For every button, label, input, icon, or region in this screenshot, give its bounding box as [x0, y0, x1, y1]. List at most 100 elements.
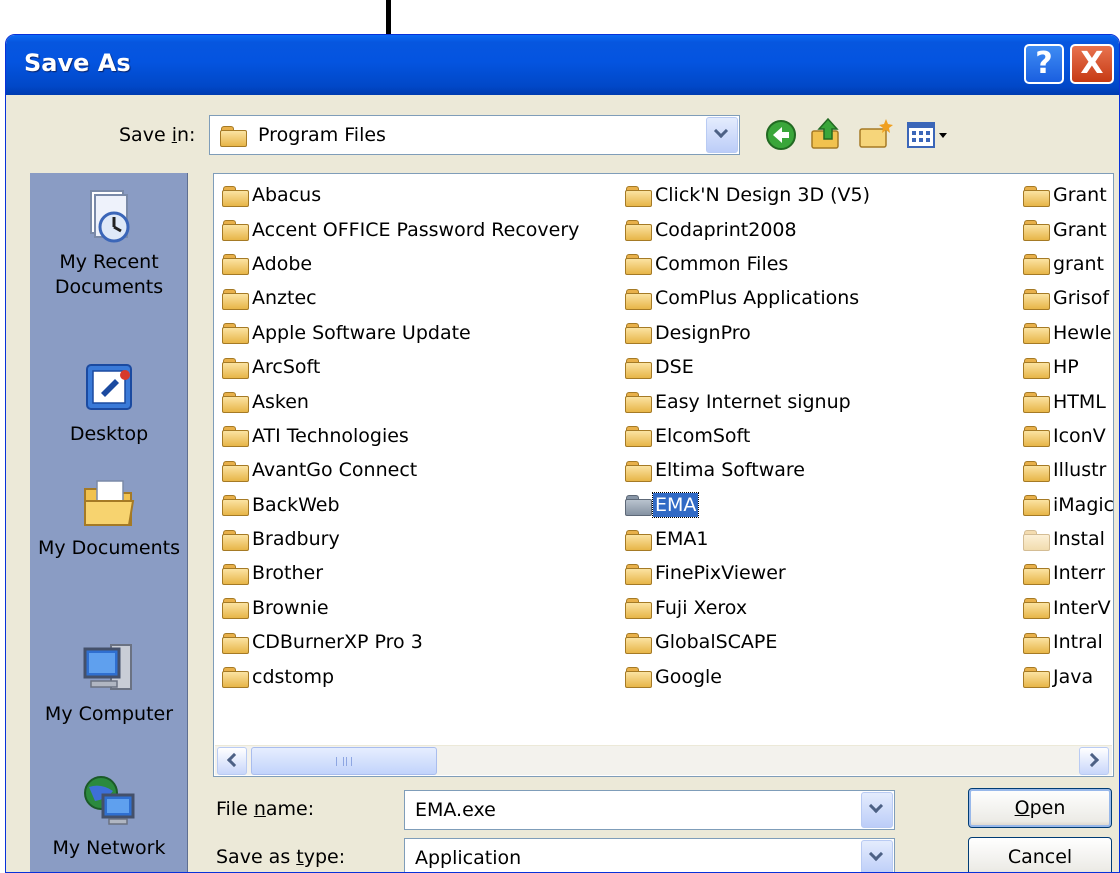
list-item[interactable]: Illustr [1015, 453, 1113, 487]
save-as-type-dropdown[interactable]: Application [404, 838, 895, 872]
list-item[interactable]: IconV [1015, 419, 1113, 453]
list-item[interactable]: grant [1015, 247, 1113, 281]
window-title: Save As [24, 49, 131, 77]
list-item[interactable]: Common Files [617, 247, 872, 281]
views-menu-icon[interactable] [906, 119, 950, 151]
folder-icon [1023, 598, 1050, 620]
list-item[interactable]: Click'N Design 3D (V5) [617, 178, 872, 212]
list-item[interactable]: Grant [1015, 212, 1113, 246]
scroll-grip-icon [336, 757, 352, 766]
folder-icon [1023, 288, 1050, 310]
list-item-label: BackWeb [252, 493, 340, 516]
close-button[interactable]: X [1070, 44, 1114, 84]
folder-icon [222, 598, 249, 620]
list-item[interactable]: Codaprint2008 [617, 212, 872, 246]
place-desktop[interactable]: Desktop [30, 359, 188, 447]
list-item-label: Abacus [252, 184, 322, 207]
list-item[interactable]: HP [1015, 350, 1113, 384]
list-item-label: ElcomSoft [655, 424, 751, 447]
new-folder-icon[interactable] [858, 117, 894, 151]
folder-icon [625, 185, 652, 207]
list-item[interactable]: Abacus [214, 178, 581, 212]
list-item[interactable]: Eltima Software [617, 453, 872, 487]
back-icon[interactable] [765, 119, 797, 151]
list-item-label: iMagic [1053, 493, 1114, 516]
list-item[interactable]: Intral [1015, 625, 1113, 659]
list-item-label: Easy Internet signup [655, 390, 851, 413]
place-my-computer[interactable]: My Computer [30, 639, 188, 727]
list-item[interactable]: AvantGo Connect [214, 453, 581, 487]
list-item[interactable]: FinePixViewer [617, 556, 872, 590]
list-item[interactable]: CDBurnerXP Pro 3 [214, 625, 581, 659]
list-item[interactable]: Fuji Xerox [617, 591, 872, 625]
list-item[interactable]: BackWeb [214, 488, 581, 522]
file-column-3: Grant Grant grant Grisof Hewle HP HTML IconV Ill… [1015, 178, 1114, 694]
file-name-input[interactable]: EMA.exe [404, 790, 895, 830]
list-item[interactable]: Anztec [214, 281, 581, 315]
list-item[interactable]: InterV [1015, 591, 1113, 625]
list-item[interactable]: Apple Software Update [214, 316, 581, 350]
list-item[interactable]: ComPlus Applications [617, 281, 872, 315]
list-item[interactable]: DesignPro [617, 316, 872, 350]
chevron-down-icon[interactable] [861, 840, 893, 872]
list-item[interactable]: Brother [214, 556, 581, 590]
list-item[interactable]: Asken [214, 384, 581, 418]
list-item[interactable]: cdstomp [214, 659, 581, 693]
folder-icon [1023, 460, 1050, 482]
file-list[interactable]: Abacus Accent OFFICE Password Recovery Ado… [213, 173, 1114, 777]
open-button[interactable]: Open [968, 788, 1112, 828]
list-item[interactable]: Grisof [1015, 281, 1113, 315]
list-item[interactable]: ArcSoft [214, 350, 581, 384]
list-item[interactable]: Interr [1015, 556, 1113, 590]
list-item[interactable]: Google [617, 659, 872, 693]
chevron-down-icon[interactable] [861, 792, 893, 828]
folder-icon [222, 495, 249, 517]
list-item[interactable]: Grant [1015, 178, 1113, 212]
list-item[interactable]: Accent OFFICE Password Recovery [214, 212, 581, 246]
list-item-label: EMA1 [655, 528, 709, 551]
chevron-down-icon[interactable] [706, 117, 738, 153]
list-item[interactable]: Bradbury [214, 522, 581, 556]
folder-icon [625, 357, 652, 379]
place-my-documents[interactable]: My Documents [30, 473, 188, 561]
list-item[interactable]: GlobalSCAPE [617, 625, 872, 659]
list-item[interactable]: iMagic [1015, 488, 1114, 522]
list-item[interactable]: EMA1 [617, 522, 872, 556]
folder-icon [625, 392, 652, 414]
list-item[interactable]: Java [1015, 659, 1113, 693]
list-item-label: Bradbury [252, 528, 340, 551]
folder-icon [1023, 392, 1050, 414]
folder-icon [625, 323, 652, 345]
list-item[interactable]: Hewle [1015, 316, 1113, 350]
list-item-label: Adobe [252, 252, 313, 275]
list-item[interactable]: Instal [1015, 522, 1113, 556]
list-item[interactable]: Adobe [214, 247, 581, 281]
help-button[interactable]: ? [1024, 44, 1064, 84]
scroll-right-icon[interactable] [1079, 747, 1109, 775]
horizontal-scrollbar[interactable] [215, 745, 1112, 775]
list-item[interactable]: DSE [617, 350, 872, 384]
scrollbar-thumb[interactable] [251, 747, 437, 775]
save-in-dropdown[interactable]: Program Files [209, 115, 740, 155]
list-item-label: ArcSoft [252, 356, 321, 379]
place-my-network[interactable]: My Network [30, 773, 188, 861]
cancel-button[interactable]: Cancel [968, 837, 1112, 872]
list-item-label: CDBurnerXP Pro 3 [252, 631, 423, 654]
list-item[interactable]: EMA [617, 488, 872, 522]
scroll-left-icon[interactable] [217, 747, 247, 775]
list-item[interactable]: ATI Technologies [214, 419, 581, 453]
place-my-recent-documents[interactable]: My Recent Documents [30, 187, 188, 300]
up-folder-icon[interactable] [809, 117, 843, 151]
list-item[interactable]: Easy Internet signup [617, 384, 872, 418]
list-item-label: Intral [1053, 631, 1103, 654]
list-item-label: Grant [1053, 218, 1107, 241]
folder-icon [222, 323, 249, 345]
file-column-1: Abacus Accent OFFICE Password Recovery Ado… [214, 178, 581, 694]
list-item[interactable]: HTML [1015, 384, 1113, 418]
folder-icon [1023, 426, 1050, 448]
list-item[interactable]: ElcomSoft [617, 419, 872, 453]
list-item-label: cdstomp [252, 665, 335, 688]
list-item-label: GlobalSCAPE [655, 631, 778, 654]
list-item-label: DSE [655, 356, 694, 379]
list-item[interactable]: Brownie [214, 591, 581, 625]
